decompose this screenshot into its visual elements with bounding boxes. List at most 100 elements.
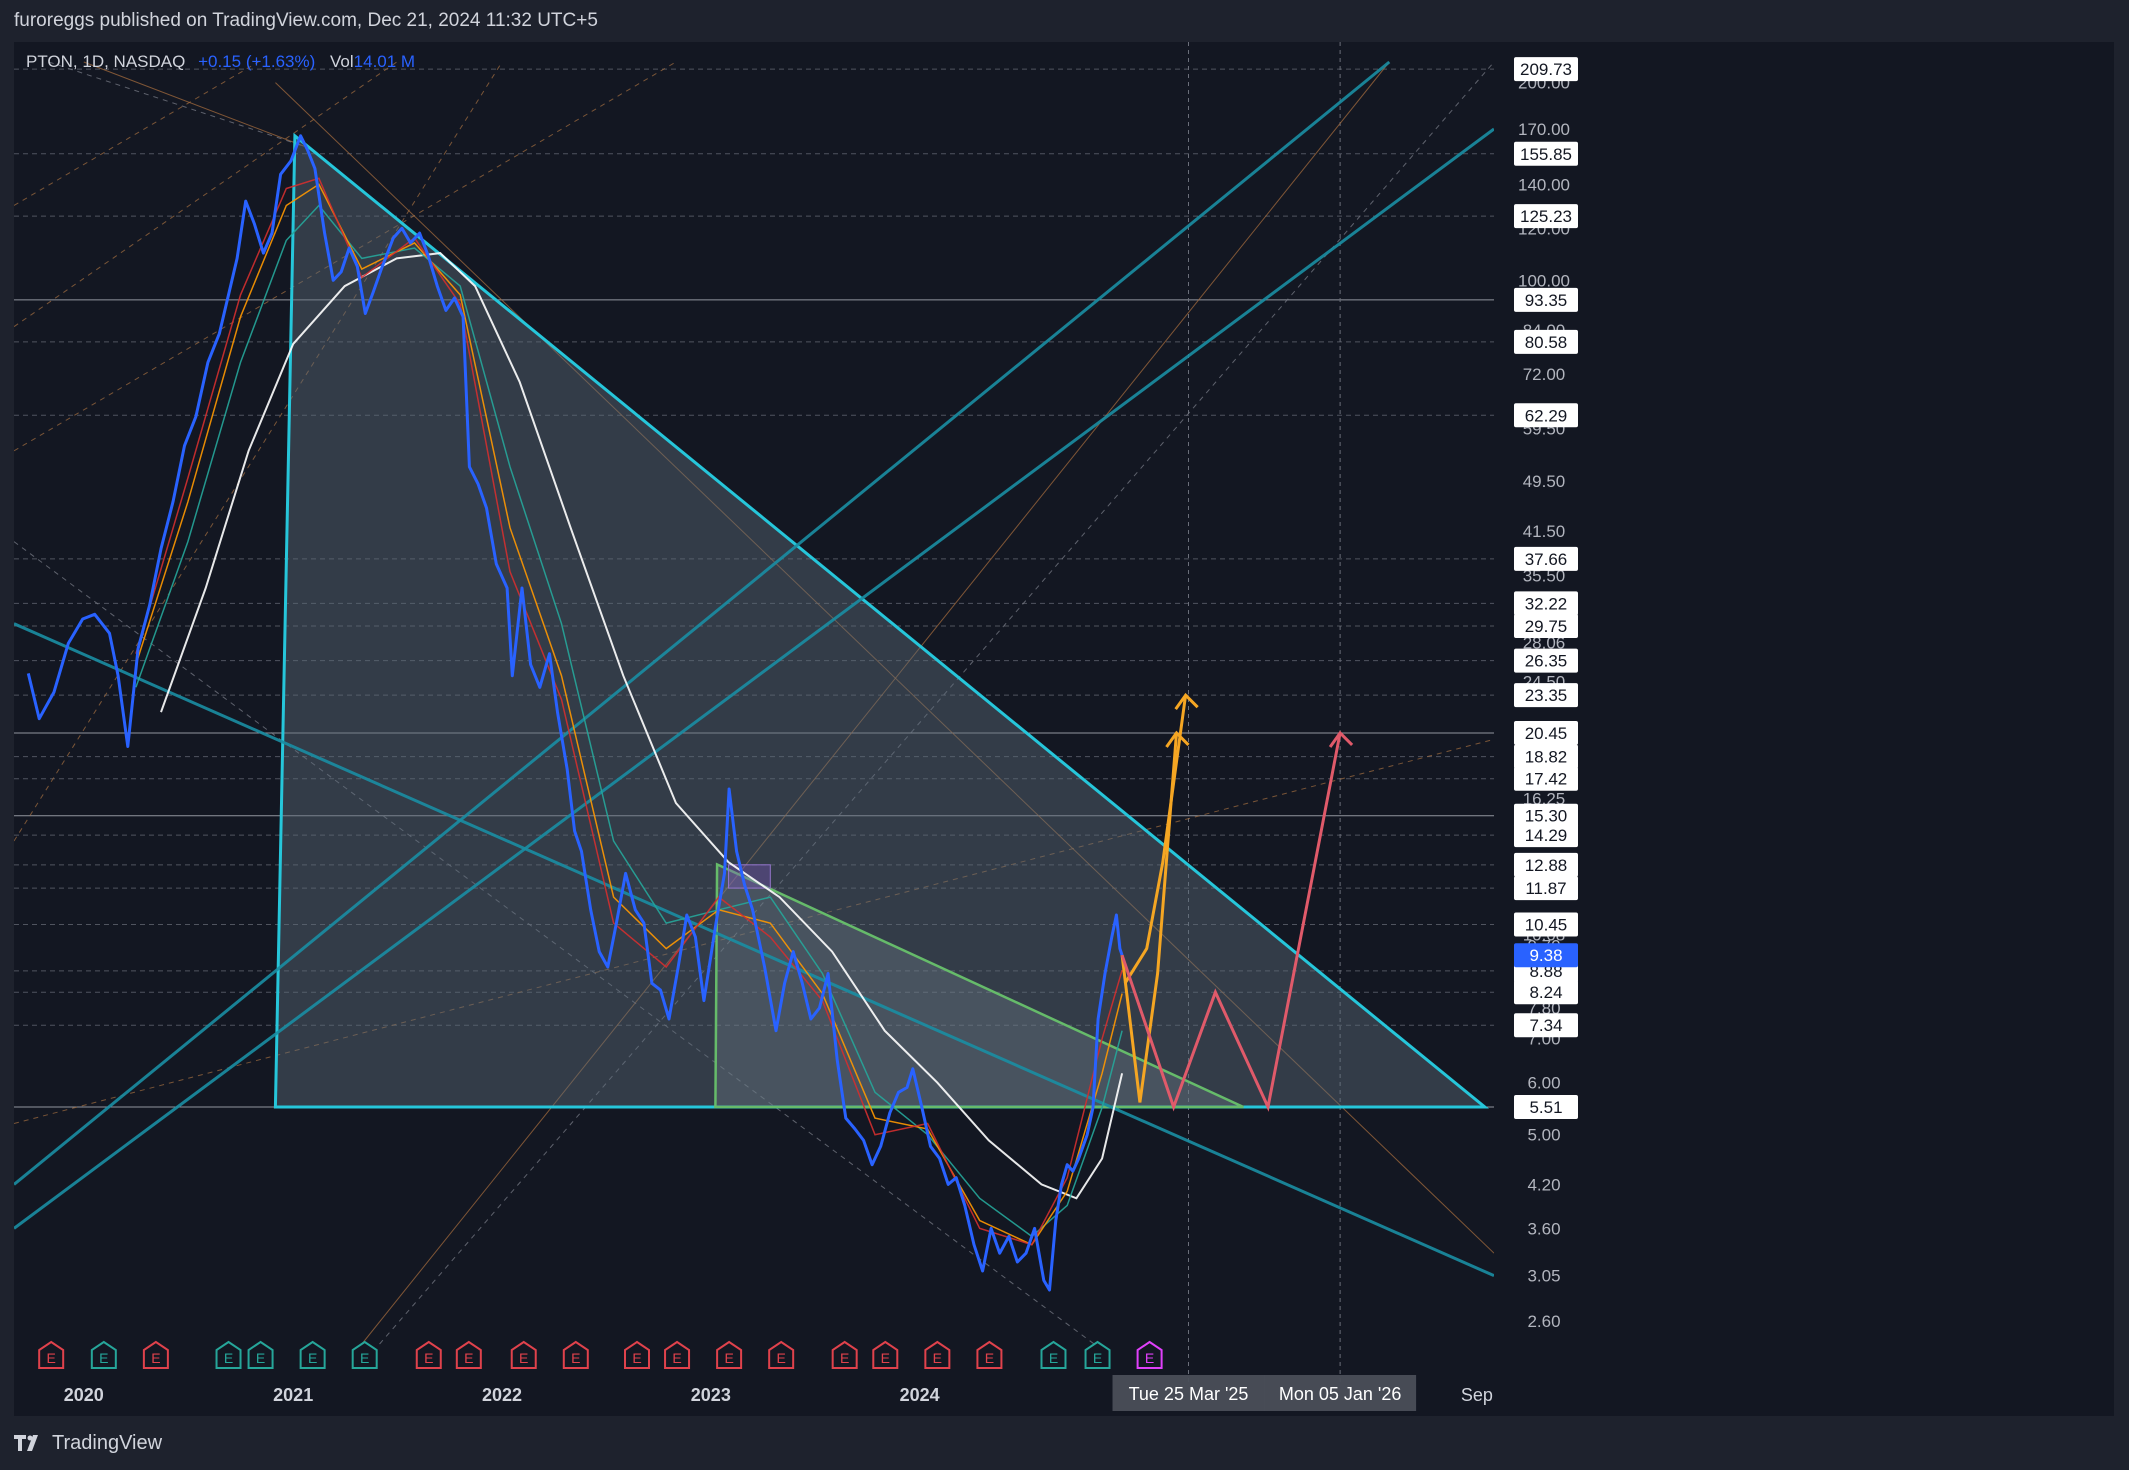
level-label: 37.66 (1525, 550, 1568, 569)
footer-brand: TradingView (52, 1431, 163, 1454)
earnings-marker[interactable]: E (624, 1340, 651, 1369)
earnings-letter: E (881, 1350, 890, 1366)
earnings-marker[interactable]: E (215, 1340, 242, 1369)
price-axis-tick: 41.50 (1523, 522, 1566, 541)
price-axis-bg (1494, 42, 2114, 1416)
tradingview-logo-icon[interactable] (14, 1434, 44, 1452)
thin-trendline (83, 61, 305, 147)
earnings-marker[interactable]: E (768, 1340, 795, 1369)
price-axis-tick: 5.00 (1527, 1126, 1560, 1145)
price-axis-tick: 3.60 (1527, 1219, 1560, 1238)
earnings-letter: E (224, 1350, 233, 1366)
earnings-marker[interactable]: E (924, 1340, 951, 1369)
legend-symbol: PTON, 1D, NASDAQ (26, 52, 186, 71)
time-axis-label: Sep (1461, 1385, 1493, 1405)
earnings-letter: E (632, 1350, 641, 1366)
earnings-letter: E (933, 1350, 942, 1366)
price-axis-tick: 140.00 (1518, 175, 1570, 194)
earnings-letter: E (256, 1350, 265, 1366)
earnings-marker[interactable]: E (562, 1340, 589, 1369)
earnings-letter: E (424, 1350, 433, 1366)
price-axis-tick: 170.00 (1518, 120, 1570, 139)
price-axis-tick: 4.20 (1527, 1175, 1560, 1194)
earnings-letter: E (99, 1350, 108, 1366)
current-price-badge: 9.38 (1529, 946, 1562, 965)
earnings-letter: E (672, 1350, 681, 1366)
earnings-letter: E (840, 1350, 849, 1366)
level-label: 17.42 (1525, 770, 1568, 789)
earnings-marker[interactable]: E (1040, 1340, 1067, 1369)
footer-bar: TradingView (0, 1416, 2129, 1470)
earnings-marker[interactable]: E (455, 1340, 482, 1369)
time-axis-label: 2020 (64, 1385, 104, 1405)
earnings-letter: E (571, 1350, 580, 1366)
time-axis-label: 2022 (482, 1385, 522, 1405)
price-axis-tick: 6.00 (1527, 1074, 1560, 1093)
earnings-marker[interactable]: E (38, 1340, 65, 1369)
earnings-marker[interactable]: E (142, 1340, 169, 1369)
level-label: 7.34 (1529, 1016, 1562, 1035)
level-label: 14.29 (1525, 826, 1568, 845)
level-label: 209.73 (1520, 60, 1572, 79)
earnings-marker[interactable]: E (976, 1340, 1003, 1369)
level-label: 12.88 (1525, 856, 1568, 875)
level-label: 32.22 (1525, 594, 1568, 613)
price-axis-tick: 2.60 (1527, 1312, 1560, 1331)
level-label: 8.24 (1529, 983, 1562, 1002)
level-label: 23.35 (1525, 686, 1568, 705)
price-axis-tick: 49.50 (1523, 472, 1566, 491)
earnings-letter: E (1093, 1350, 1102, 1366)
price-axis-tick: 3.05 (1527, 1267, 1560, 1286)
thin-trendline (14, 61, 259, 206)
thin-trendline (48, 61, 305, 147)
earnings-marker[interactable]: E (90, 1340, 117, 1369)
chart-area[interactable]: E E E E E E E E E E E E E E E E E E E E E E 200.00 170.00 140.00… (14, 42, 2114, 1417)
level-label: 15.30 (1525, 807, 1568, 826)
level-label: 5.51 (1529, 1098, 1562, 1117)
earnings-marker[interactable]: E (510, 1340, 537, 1369)
earnings-letter: E (985, 1350, 994, 1366)
level-label: 125.23 (1520, 207, 1572, 226)
earnings-letter: E (308, 1350, 317, 1366)
earnings-marker[interactable]: E (247, 1340, 274, 1369)
level-label: 11.87 (1525, 879, 1566, 898)
earnings-marker[interactable]: E (1084, 1340, 1111, 1369)
level-label: 18.82 (1525, 748, 1568, 767)
earnings-marker[interactable]: E (831, 1340, 858, 1369)
level-label: 155.85 (1520, 145, 1572, 164)
date-badge: Mon 05 Jan '26 (1279, 1384, 1402, 1404)
legend-volume-label: Vol (330, 52, 354, 71)
level-label: 26.35 (1525, 652, 1568, 671)
earnings-marker[interactable]: E (415, 1340, 442, 1369)
price-chart[interactable]: E E E E E E E E E E E E E E E E E E E E E E200.00170.00140.00… (14, 42, 2114, 1416)
level-label: 93.35 (1525, 291, 1568, 310)
projection-down-arrowhead (1328, 730, 1354, 748)
publish-header: furoreggs published on TradingView.com, … (0, 0, 2129, 42)
earnings-marker[interactable]: E (716, 1340, 743, 1369)
level-label: 80.58 (1525, 333, 1568, 352)
earnings-marker[interactable]: E (872, 1340, 899, 1369)
earnings-letter: E (1145, 1350, 1154, 1366)
earnings-letter: E (464, 1350, 473, 1366)
price-axis-tick: 100.00 (1518, 271, 1570, 290)
publish-info: furoreggs published on TradingView.com, … (14, 10, 598, 31)
earnings-letter: E (47, 1350, 56, 1366)
earnings-letter: E (360, 1350, 369, 1366)
time-axis-label: 2021 (273, 1385, 313, 1405)
level-label: 62.29 (1525, 406, 1568, 425)
level-label: 29.75 (1525, 617, 1568, 636)
level-label: 10.45 (1525, 915, 1568, 934)
time-axis-label: 2023 (691, 1385, 731, 1405)
earnings-marker[interactable]: E (664, 1340, 691, 1369)
legend-change: +0.15 (+1.63%) (198, 52, 316, 71)
projection-up-arrowhead (1174, 692, 1199, 711)
price-axis-tick: 72.00 (1523, 365, 1566, 384)
legend-volume-value: 14.01 M (353, 52, 416, 71)
earnings-marker[interactable]: E (299, 1340, 326, 1369)
earnings-marker[interactable]: E (351, 1340, 378, 1369)
symbol-legend[interactable]: PTON, 1D, NASDAQ +0.15 (+1.63%) Vol14.01… (26, 52, 415, 72)
date-badge: Tue 25 Mar '25 (1129, 1384, 1249, 1404)
earnings-marker[interactable]: E (1136, 1340, 1163, 1369)
earnings-letter: E (1049, 1350, 1058, 1366)
earnings-letter: E (777, 1350, 786, 1366)
